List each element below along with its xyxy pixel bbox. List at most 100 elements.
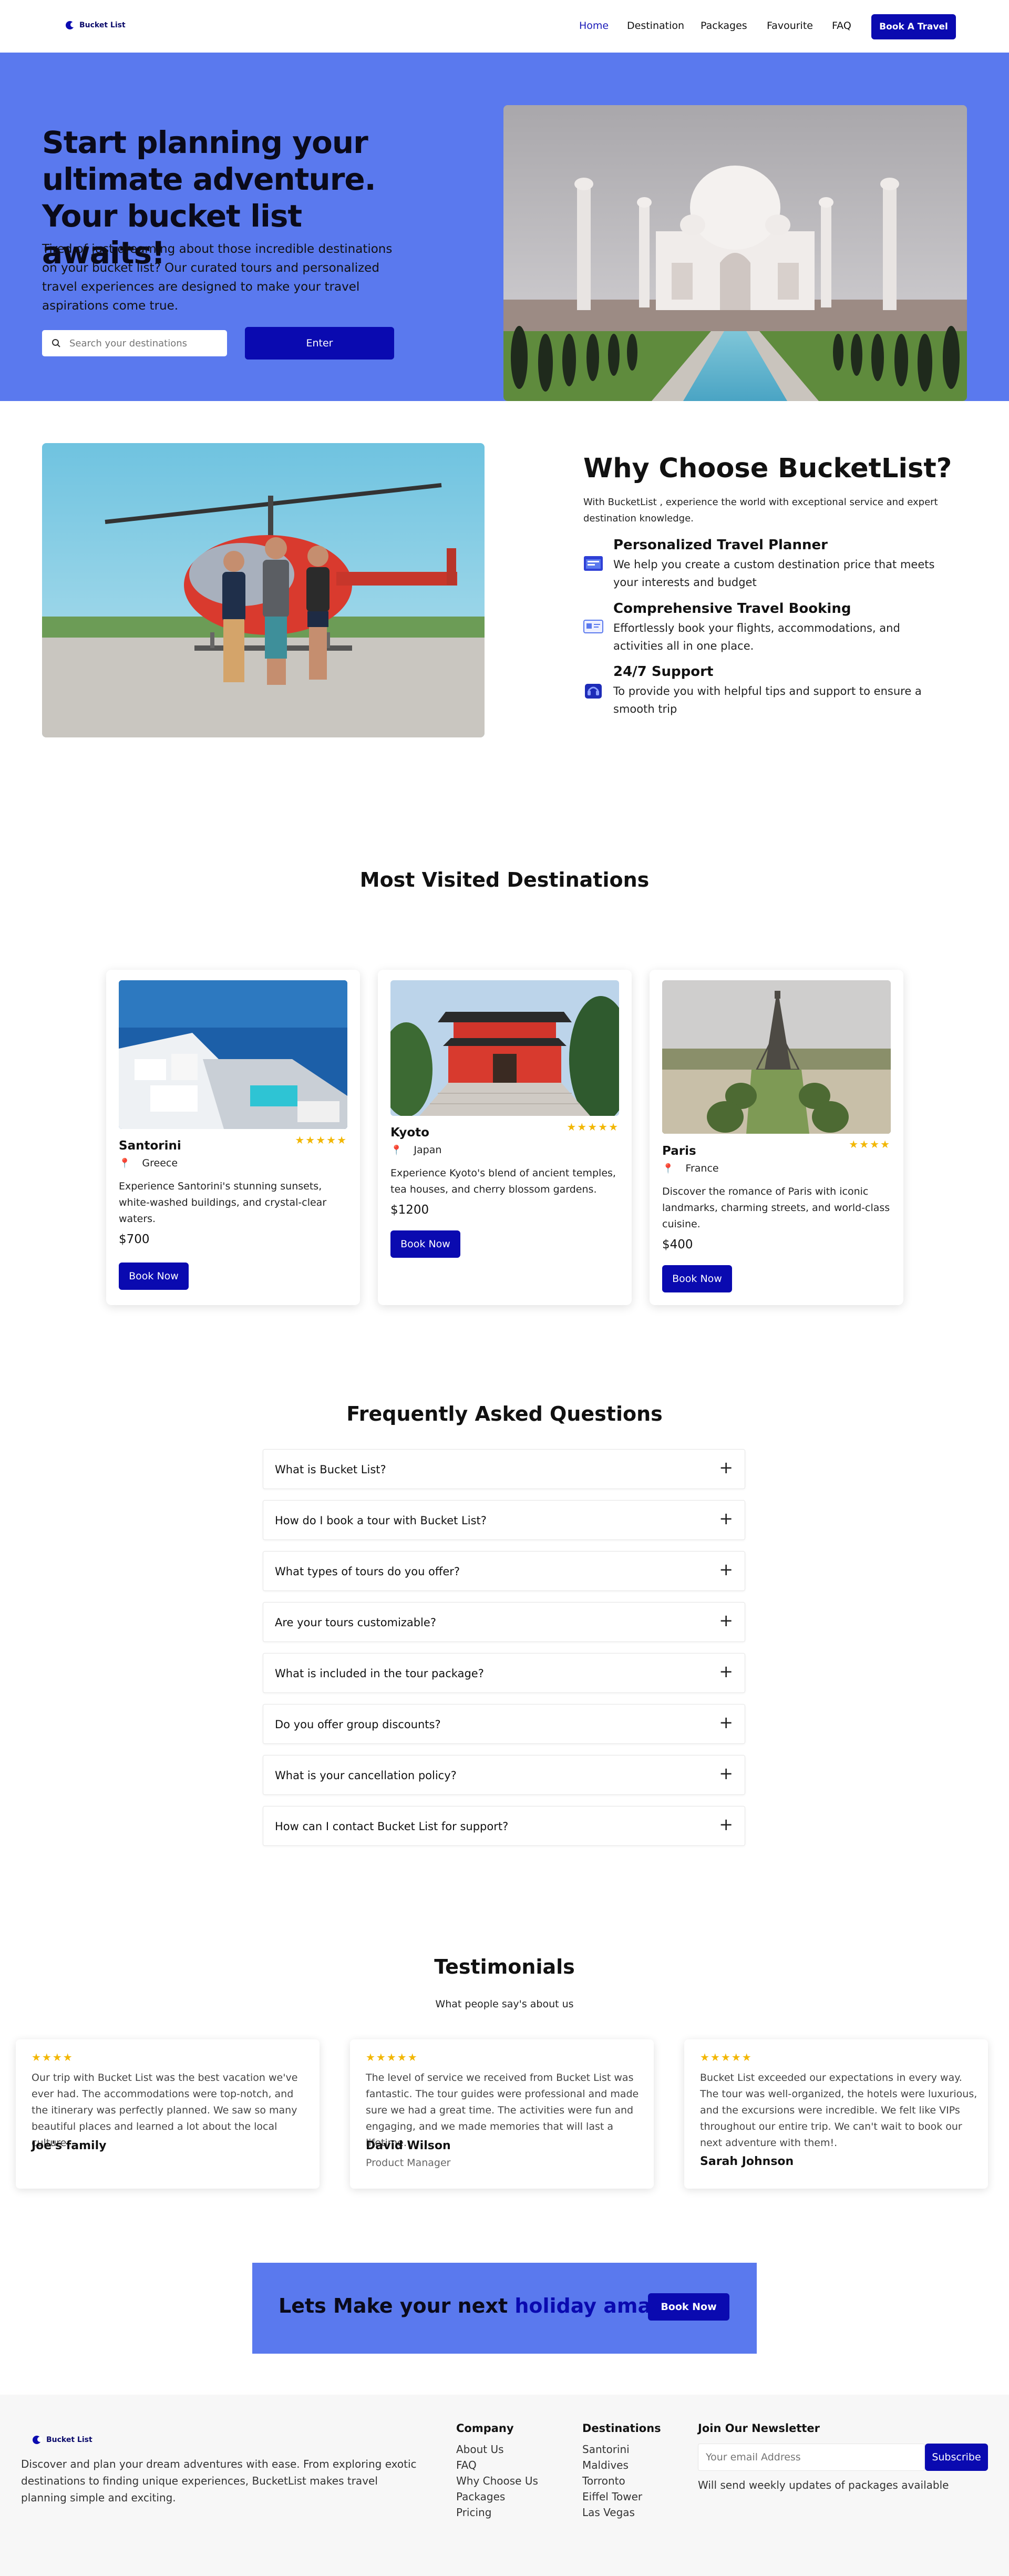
destination-location: 📍 Japan (390, 1144, 441, 1156)
location-pin-icon: 📍 (662, 1163, 674, 1174)
destination-name: Santorini (119, 1139, 181, 1153)
testimonial-name: David Wilson (366, 2139, 451, 2152)
destination-card-paris: ★★★★ Paris 📍 France Discover the romance … (650, 970, 903, 1305)
book-now-button[interactable]: Book Now (390, 1230, 460, 1258)
destination-name: Paris (662, 1144, 696, 1158)
destination-card-kyoto: ★★★★★ Kyoto 📍 Japan Experience Kyoto's bl… (378, 970, 632, 1305)
helicopter-image (42, 443, 485, 737)
faq-item[interactable]: What types of tours do you offer? + (263, 1551, 745, 1591)
plus-icon[interactable]: + (719, 1816, 733, 1833)
destination-desc: Discover the romance of Paris with iconi… (662, 1186, 890, 1230)
why-intro: With BucketList , experience the world w… (583, 497, 938, 524)
rating-stars: ★★★★★ (567, 1121, 619, 1133)
destination-name: Kyoto (390, 1126, 429, 1140)
newsletter-title: Join Our Newsletter (698, 2422, 820, 2435)
location-pin-icon: 📍 (119, 1157, 131, 1169)
faq-question: Are your tours customizable? (275, 1616, 436, 1629)
footer-link[interactable]: About Us (456, 2443, 504, 2456)
destination-desc: Experience Kyoto's blend of ancient temp… (390, 1167, 616, 1195)
enter-button[interactable]: Enter (245, 327, 394, 360)
nav-packages[interactable]: Packages (701, 20, 747, 32)
faq-question: What is included in the tour package? (275, 1667, 484, 1680)
hero-section: Start planning your ultimate adventure. … (0, 53, 1009, 401)
feature-title-planner: Personalized Travel Planner (613, 537, 828, 553)
faq-question: What is Bucket List? (275, 1463, 386, 1476)
destination-card-santorini: ★★★★★ Santorini 📍 Greece Experience Santo… (106, 970, 360, 1305)
feature-text-support: To provide you with helpful tips and sup… (613, 685, 922, 715)
footer-link[interactable]: Why Choose Us (456, 2475, 538, 2487)
testimonial-name: Joe's family (32, 2139, 107, 2152)
plus-icon[interactable]: + (719, 1765, 733, 1782)
plus-icon[interactable]: + (719, 1663, 733, 1680)
footer-link[interactable]: Las Vegas (582, 2506, 635, 2519)
booking-icon (583, 620, 603, 633)
planner-icon (584, 556, 603, 571)
rating-stars: ★★★★★ (366, 2051, 418, 2064)
faq-item[interactable]: Do you offer group discounts? + (263, 1704, 745, 1744)
subscribe-button[interactable]: Subscribe (925, 2444, 988, 2471)
destination-location: 📍 France (662, 1163, 719, 1174)
testimonial-card: ★★★★ Our trip with Bucket List was the b… (16, 2039, 320, 2189)
faq-item[interactable]: How do I book a tour with Bucket List? + (263, 1500, 745, 1540)
destination-price: $1200 (390, 1203, 429, 1217)
rating-stars: ★★★★ (32, 2051, 74, 2064)
kyoto-image (390, 980, 619, 1116)
plus-icon[interactable]: + (719, 1459, 733, 1476)
nav-favourite[interactable]: Favourite (767, 20, 813, 32)
rating-stars: ★★★★ (849, 1138, 891, 1151)
support-icon (585, 684, 602, 699)
hero-subtitle: Tired of just dreaming about those incre… (42, 242, 393, 313)
faq-item[interactable]: How can I contact Bucket List for suppor… (263, 1806, 745, 1846)
feature-title-support: 24/7 Support (613, 664, 714, 680)
search-input[interactable] (69, 335, 217, 351)
destination-country: France (685, 1163, 719, 1174)
feature-text-planner: We help you create a custom destination … (613, 558, 935, 589)
newsletter-email-input[interactable] (698, 2444, 925, 2471)
footer-link[interactable]: Pricing (456, 2506, 491, 2519)
faq-question: How can I contact Bucket List for suppor… (275, 1820, 509, 1833)
footer-link[interactable]: Santorini (582, 2443, 630, 2456)
book-a-travel-button[interactable]: Book A Travel (871, 14, 956, 39)
nav-destination[interactable]: Destination (627, 20, 684, 32)
faq-item[interactable]: What is your cancellation policy? + (263, 1755, 745, 1795)
testimonial-card: ★★★★★ Bucket List exceeded our expectati… (684, 2039, 988, 2189)
faq-item[interactable]: What is included in the tour package? + (263, 1653, 745, 1693)
testimonial-text: Bucket List exceeded our expectations in… (700, 2072, 977, 2149)
book-now-button[interactable]: Book Now (119, 1263, 189, 1290)
plus-icon[interactable]: + (719, 1561, 733, 1578)
cta-text: Lets Make your next holiday amazing (279, 2294, 698, 2317)
footer-link[interactable]: Eiffel Tower (582, 2490, 642, 2503)
search-box[interactable] (42, 330, 227, 356)
footer-link[interactable]: Torronto (582, 2475, 625, 2487)
nav-home[interactable]: Home (579, 20, 609, 32)
plus-icon[interactable]: + (719, 1510, 733, 1527)
faq-item[interactable]: Are your tours customizable? + (263, 1602, 745, 1642)
faq-item[interactable]: What is Bucket List? + (263, 1449, 745, 1489)
testimonials-subtitle: What people say's about us (435, 1998, 574, 2010)
footer-logo[interactable]: Bucket List (33, 2436, 92, 2444)
cta-banner: Lets Make your next holiday amazing Book… (252, 2263, 757, 2354)
footer: Bucket List Discover and plan your dream… (0, 2395, 1009, 2576)
destination-price: $700 (119, 1233, 150, 1246)
brand-logo[interactable]: Bucket List (66, 21, 126, 29)
footer-about: Discover and plan your dream adventures … (21, 2458, 417, 2504)
hero-image-taj-mahal (503, 105, 967, 401)
destination-desc: Experience Santorini's stunning sunsets,… (119, 1181, 327, 1225)
book-now-button[interactable]: Book Now (662, 1265, 732, 1292)
newsletter-note: Will send weekly updates of packages ava… (698, 2479, 949, 2491)
nav-faq[interactable]: FAQ (832, 20, 851, 32)
footer-link[interactable]: Packages (456, 2490, 505, 2503)
cta-book-now-button[interactable]: Book Now (648, 2293, 729, 2321)
rating-stars: ★★★★★ (295, 1134, 347, 1146)
search-icon (52, 339, 60, 347)
footer-link[interactable]: Maldives (582, 2459, 629, 2471)
feature-text-booking: Effortlessly book your flights, accommod… (613, 622, 900, 652)
faq-question: What types of tours do you offer? (275, 1565, 460, 1578)
rating-stars: ★★★★★ (700, 2051, 753, 2064)
testimonial-card: ★★★★★ The level of service we received f… (350, 2039, 654, 2189)
footer-link[interactable]: FAQ (456, 2459, 477, 2471)
footer-brand-name: Bucket List (46, 2436, 92, 2444)
plus-icon[interactable]: + (719, 1714, 733, 1731)
plus-icon[interactable]: + (719, 1612, 733, 1629)
faq-title: Frequently Asked Questions (346, 1402, 663, 1425)
